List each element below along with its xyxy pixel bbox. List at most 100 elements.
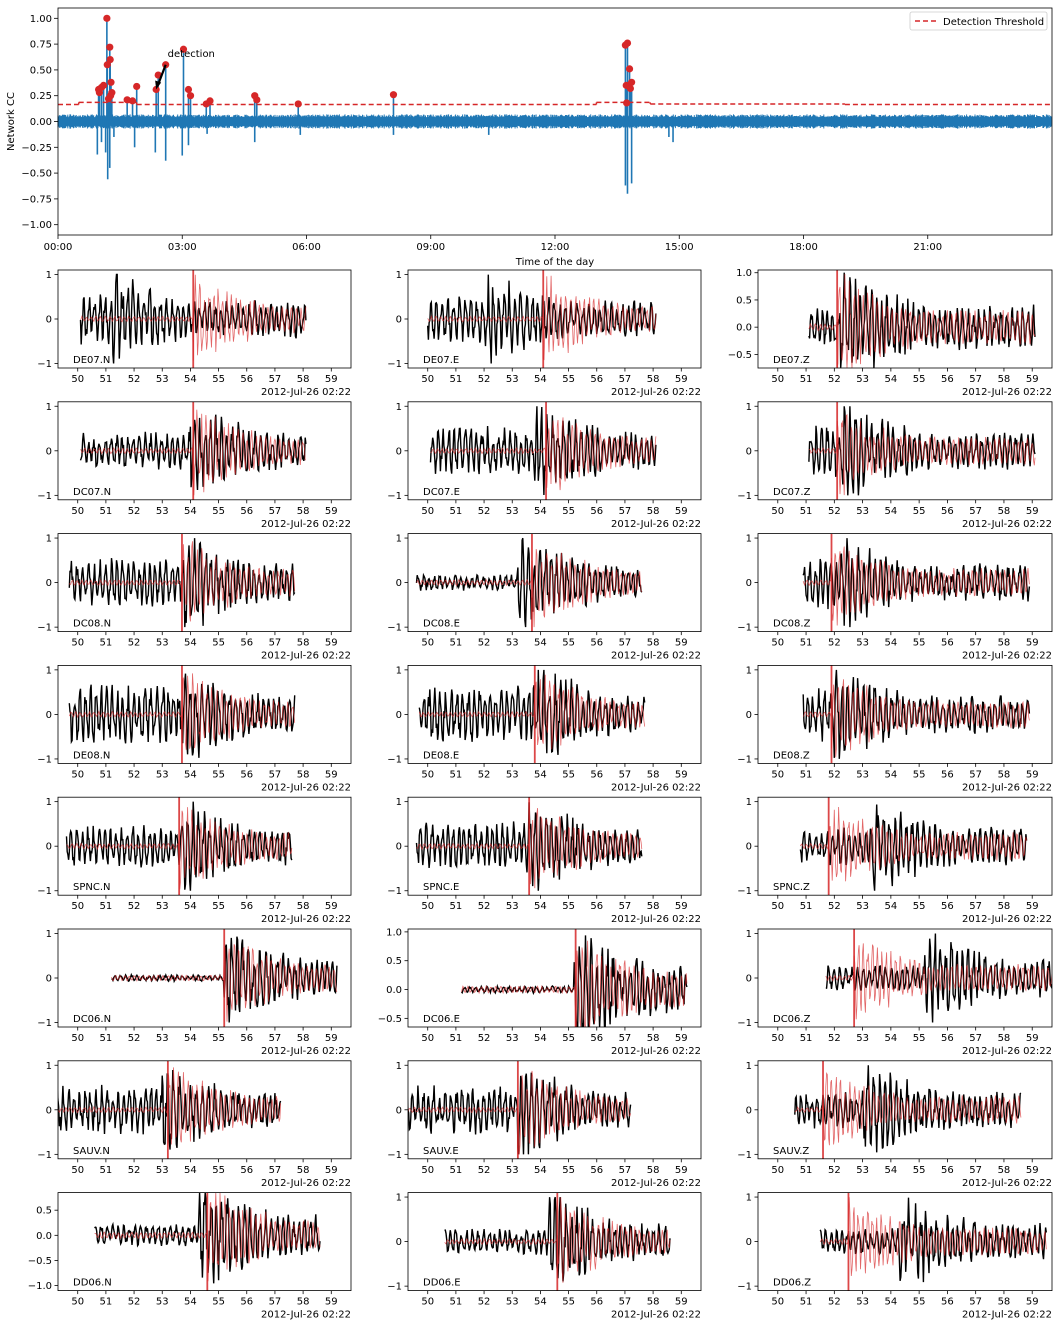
waveform-traces — [802, 533, 1031, 632]
x-tick-label: 54 — [534, 769, 547, 780]
x-tick-label: 57 — [969, 1033, 982, 1044]
y-tick-label: 1 — [746, 797, 752, 808]
detection-point — [106, 55, 114, 64]
x-tick-label: 52 — [128, 1297, 141, 1308]
station-label: DD06.N — [73, 1278, 112, 1289]
x-tick-label: 56 — [590, 638, 603, 649]
x-tick-label: 54 — [534, 506, 547, 517]
waveform-panel: 50 51 52 53 54 55 56 57 58 59 1 0 −1 DE08.Z 2012-Jul-2… — [737, 665, 1053, 793]
x-tick-label: 51 — [800, 1033, 813, 1044]
x-tick-label: 59 — [325, 506, 338, 517]
x-tick-label: 55 — [562, 1165, 575, 1176]
x-tick-label: 52 — [828, 769, 841, 780]
y-tick-label: 0 — [46, 315, 52, 326]
y-tick-label: 1 — [46, 929, 52, 940]
detection-point — [128, 97, 137, 105]
waveform-traces — [819, 1192, 1047, 1291]
legend-label: Detection Threshold — [943, 17, 1044, 28]
waveform-panel: 50 51 52 53 54 55 56 57 58 59 1 0 −1 SAUV.N 2012-Jul-2… — [37, 1060, 352, 1189]
x-tick-label: 50 — [71, 638, 84, 649]
x-tick-label: 50 — [771, 506, 784, 517]
x-tick-label: 57 — [969, 769, 982, 780]
x-tick-label: 58 — [998, 1297, 1011, 1308]
time-offset-label: 2012-Jul-26 02:22 — [261, 387, 351, 398]
x-tick-label: 56 — [941, 901, 954, 912]
time-offset-label: 2012-Jul-26 02:22 — [962, 1310, 1052, 1321]
x-tick-label: 57 — [619, 1165, 632, 1176]
x-tick-label: 54 — [884, 506, 897, 517]
x-tick-label: 58 — [998, 506, 1011, 517]
x-tick-label: 56 — [941, 1165, 954, 1176]
detection-point — [294, 100, 302, 108]
waveform-traces — [65, 797, 293, 896]
x-tick-label: 55 — [212, 638, 225, 649]
x-tick-label: 50 — [71, 374, 84, 385]
x-tick-label: 56 — [941, 769, 954, 780]
y-tick-label: 0.0 — [386, 985, 402, 996]
waveform-traces — [408, 1060, 632, 1159]
x-tick-label: 57 — [969, 1165, 982, 1176]
x-tick-label: 50 — [771, 901, 784, 912]
x-tick-label: 54 — [884, 769, 897, 780]
x-tick-label: 56 — [590, 506, 603, 517]
station-label: DC06.E — [423, 1014, 460, 1025]
y-tick-label: −1 — [737, 623, 752, 634]
x-tick-label: 53 — [856, 374, 869, 385]
x-tick-label: 54 — [534, 1165, 547, 1176]
x-tick-label: 51 — [100, 638, 113, 649]
x-tick-label: 57 — [269, 506, 282, 517]
x-tick-label: 57 — [619, 1033, 632, 1044]
x-tick-label: 54 — [884, 638, 897, 649]
x-tick-label: 56 — [941, 1297, 954, 1308]
x-tick-label: 58 — [297, 1033, 310, 1044]
x-tick-label: 54 — [184, 374, 197, 385]
x-tick-label: 55 — [913, 1165, 926, 1176]
x-tick-label: 52 — [128, 901, 141, 912]
x-tick-label: 51 — [800, 374, 813, 385]
x-tick-label: 59 — [1026, 769, 1039, 780]
station-label: SAUV.Z — [773, 1146, 809, 1157]
waveform-traces — [111, 929, 338, 1027]
y-tick-label: 1 — [746, 665, 752, 676]
x-tick-label: 51 — [800, 901, 813, 912]
x-tick-label: 56 — [240, 1297, 253, 1308]
y-tick-label: 0 — [746, 974, 752, 985]
detection-point — [253, 96, 261, 104]
x-tick-label: 50 — [421, 901, 434, 912]
waveform-panel: 50 51 52 53 54 55 56 57 58 59 1 0 −1 DC07.E 2012-Jul-2… — [387, 401, 702, 530]
x-tick-label: 52 — [478, 1033, 491, 1044]
waveform-traces — [68, 665, 296, 764]
waveform-traces — [58, 1060, 282, 1159]
y-tick-label: 1.0 — [386, 927, 402, 938]
x-tick-label: 50 — [421, 374, 434, 385]
x-tick-label: 52 — [128, 374, 141, 385]
y-tick-label: 0 — [396, 710, 402, 721]
y-tick-label: −1 — [387, 886, 402, 897]
station-label: SAUV.E — [423, 1146, 459, 1157]
y-tick-label: 0 — [746, 842, 752, 853]
x-tick-label: 52 — [128, 1033, 141, 1044]
x-tick-label: 57 — [269, 901, 282, 912]
x-tick-label: 52 — [828, 1165, 841, 1176]
detection-point — [389, 91, 398, 99]
station-label: DE07.N — [73, 355, 110, 366]
y-tick-label: 0 — [46, 842, 52, 853]
waveform-traces — [794, 1060, 1022, 1159]
detection-point — [107, 78, 115, 86]
station-label: DE08.Z — [773, 750, 810, 761]
x-tick-label: 55 — [913, 1033, 926, 1044]
detection-point — [186, 92, 195, 100]
station-label: DC08.E — [423, 619, 460, 630]
x-tick-label: 53 — [856, 1165, 869, 1176]
x-tick-label: 53 — [156, 506, 169, 517]
y-tick-label: 0 — [396, 446, 402, 457]
x-tick-label: 58 — [647, 1165, 660, 1176]
x-tick-label: 57 — [269, 1165, 282, 1176]
y-tick-label: 0.0 — [736, 323, 752, 334]
y-tick-label: −1 — [387, 359, 402, 370]
y-tick-label: 0.5 — [736, 295, 752, 306]
waveform-traces — [79, 401, 307, 500]
waveform-panel: 50 51 52 53 54 55 56 57 58 59 1 0 −1 DD06.E 2012-Jul-2… — [387, 1192, 702, 1321]
station-label: DC07.E — [423, 487, 460, 498]
data-trace — [460, 935, 688, 1027]
